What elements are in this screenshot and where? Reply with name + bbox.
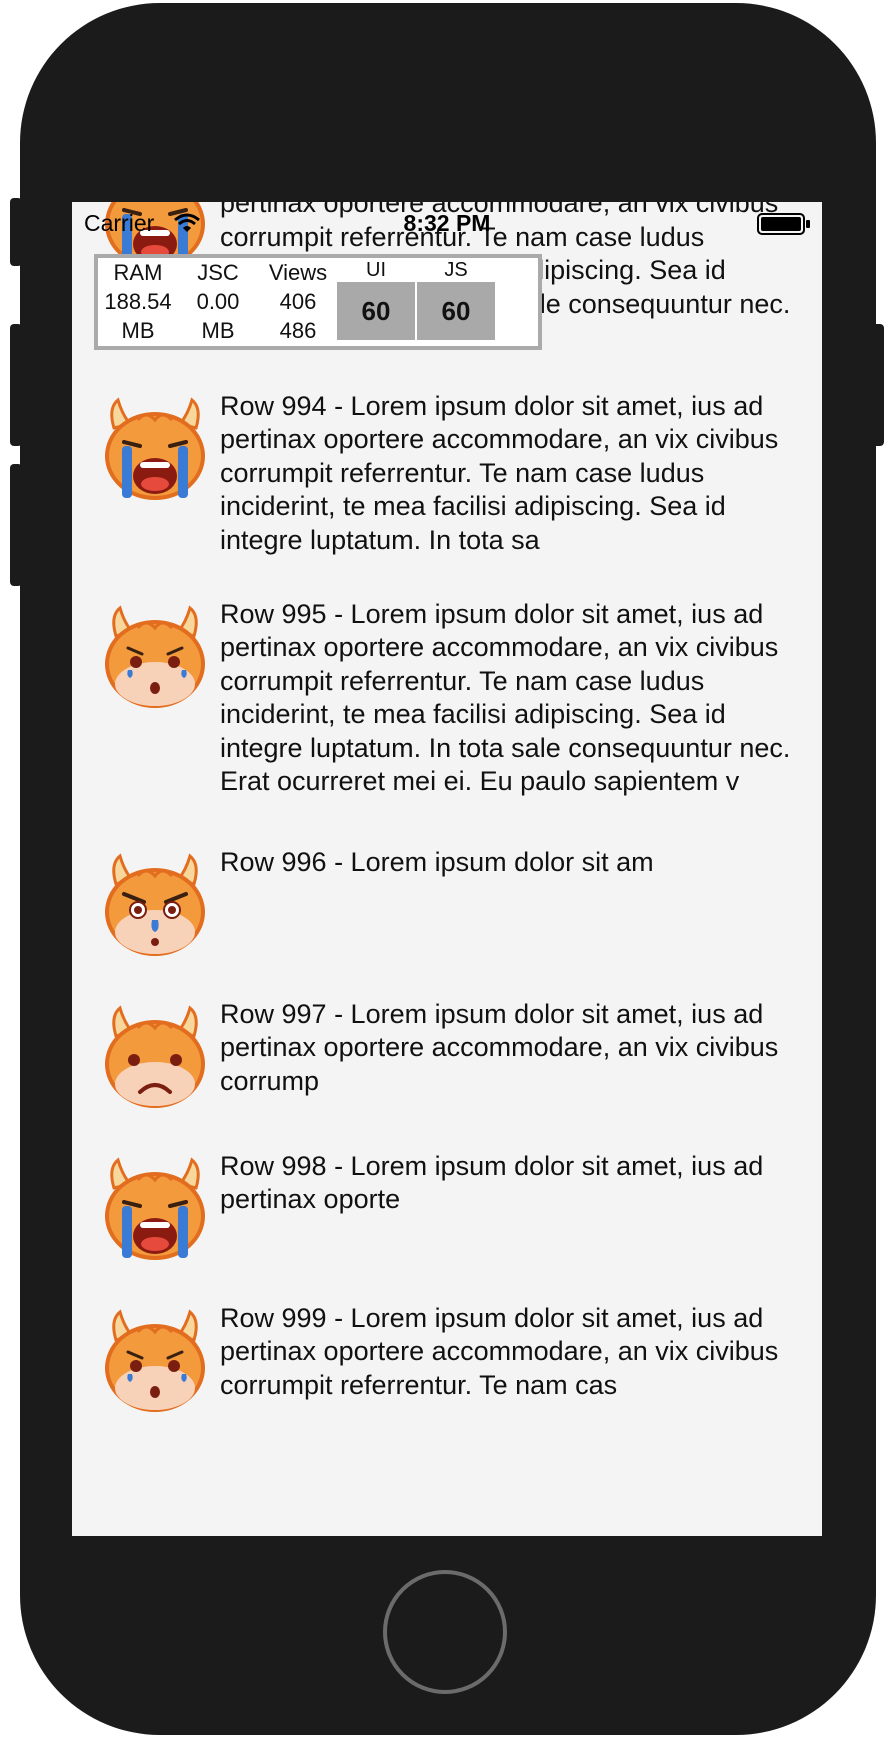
crying-cow-icon	[105, 397, 205, 500]
perf-jsc-label: JSC	[197, 260, 239, 285]
status-bar: Carrier 8:32 PM	[72, 202, 822, 242]
perf-ram: RAM 188.54 MB	[98, 258, 178, 345]
row-text: Row 998 - Lorem ipsum dolor sit amet, iu…	[220, 1151, 764, 1215]
perf-jsc: JSC 0.00 MB	[178, 258, 258, 345]
crying-cow-icon	[105, 1157, 205, 1260]
row-text: Row 999 - Lorem ipsum dolor sit amet, iu…	[220, 1303, 779, 1400]
perf-ram-value: 188.54	[104, 289, 172, 314]
row-text: Row 996 - Lorem ipsum dolor sit am	[220, 847, 654, 877]
row-text: Row 997 - Lorem ipsum dolor sit amet, iu…	[220, 999, 779, 1096]
worried-cow-icon	[105, 605, 205, 708]
perf-jsc-value: 0.00	[196, 289, 240, 314]
perf-views: Views 406 486	[258, 258, 338, 345]
row-text: Row 995 - Lorem ipsum dolor sit amet, iu…	[220, 599, 791, 797]
worried-cow-icon	[105, 1309, 205, 1412]
battery-icon	[757, 213, 810, 235]
home-button[interactable]	[383, 1570, 507, 1694]
angry-cow-icon	[105, 853, 205, 956]
device-frame: Row 993 - Lorem ipsum dolor sit amet, iu…	[0, 0, 894, 1738]
screen[interactable]: Row 993 - Lorem ipsum dolor sit amet, iu…	[72, 202, 822, 1536]
perf-ram-label: RAM	[113, 260, 163, 285]
perf-js-value: 60	[417, 282, 495, 340]
perf-ui-value: 60	[337, 282, 415, 340]
sad-cow-icon	[105, 1005, 205, 1108]
status-time: 8:32 PM	[403, 210, 491, 236]
perf-views-visible: 406	[279, 289, 317, 314]
perf-views-label: Views	[268, 260, 328, 285]
perf-jsc-unit: MB	[201, 318, 235, 343]
row-text: Row 994 - Lorem ipsum dolor sit amet, iu…	[220, 391, 779, 555]
perf-views-total: 486	[279, 318, 317, 343]
perf-ram-unit: MB	[121, 318, 155, 343]
perf-ui-label: UI	[366, 259, 386, 281]
perf-ui-fps: UI 60	[336, 258, 416, 340]
perf-js-label: JS	[444, 259, 468, 281]
perf-js-fps: JS 60	[416, 258, 496, 340]
perf-monitor[interactable]: RAM 188.54 MB JSC 0.00 MB Views 406 486 …	[94, 254, 542, 350]
